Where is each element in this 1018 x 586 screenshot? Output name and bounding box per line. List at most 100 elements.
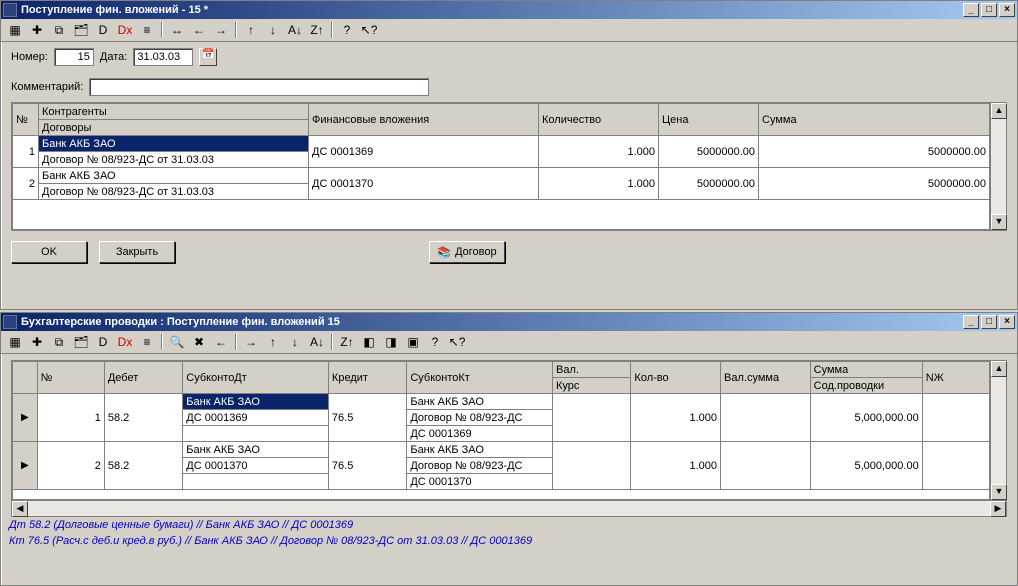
table-header-row: № Дебет СубконтоДт Кредит СубконтоКт Вал… bbox=[13, 362, 990, 378]
minimize-btn[interactable]: _ bbox=[963, 3, 979, 17]
find-icon[interactable]: 🔍 bbox=[169, 334, 185, 350]
help-icon[interactable]: ? bbox=[427, 334, 443, 350]
vscroll[interactable]: ▲ ▼ bbox=[990, 103, 1006, 230]
scroll-left-icon[interactable]: ◀ bbox=[12, 501, 28, 517]
titlebar-entries: Бухгалтерские проводки : Поступление фин… bbox=[1, 313, 1017, 331]
misc1-icon[interactable]: ◧ bbox=[361, 334, 377, 350]
col-valsum: Вал.сумма bbox=[721, 362, 811, 394]
col-subkt: СубконтоКт bbox=[407, 362, 553, 394]
new-icon[interactable]: ✚ bbox=[29, 22, 45, 38]
comment-label: Комментарий: bbox=[11, 81, 83, 93]
doc-d-icon[interactable]: D bbox=[95, 22, 111, 38]
table-entries[interactable]: № Дебет СубконтоДт Кредит СубконтоКт Вал… bbox=[12, 361, 990, 500]
copy-icon[interactable]: ⧉ bbox=[51, 334, 67, 350]
scroll-up-icon[interactable]: ▲ bbox=[991, 361, 1007, 377]
minimize-btn[interactable]: _ bbox=[963, 315, 979, 329]
scroll-down-icon[interactable]: ▼ bbox=[991, 214, 1007, 230]
number-input[interactable] bbox=[54, 48, 94, 66]
text-icon[interactable]: ≡ bbox=[139, 334, 155, 350]
misc3-icon[interactable]: ▣ bbox=[405, 334, 421, 350]
close-btn[interactable]: × bbox=[999, 315, 1015, 329]
table-row[interactable]: 2Банк АКБ ЗАОДС 00013701.0005000000.0050… bbox=[13, 168, 990, 184]
scroll-right-icon[interactable]: ▶ bbox=[990, 501, 1006, 517]
grid-icon[interactable]: ▦ bbox=[7, 22, 23, 38]
col-sum: Сумма bbox=[759, 104, 990, 136]
contract-button[interactable]: 📚 Договор bbox=[429, 241, 505, 263]
sort-asc-icon[interactable]: A↓ bbox=[309, 334, 325, 350]
calendar-btn[interactable]: 📅 bbox=[199, 48, 217, 66]
table-row[interactable]: 1Банк АКБ ЗАОДС 00013691.0005000000.0050… bbox=[13, 136, 990, 152]
date-label: Дата: bbox=[100, 51, 127, 63]
close-btn[interactable]: × bbox=[999, 3, 1015, 17]
table-receipt[interactable]: № Контрагенты Финансовые вложения Количе… bbox=[12, 103, 990, 230]
up-icon[interactable]: ↑ bbox=[265, 334, 281, 350]
left-icon[interactable]: ← bbox=[191, 22, 207, 38]
dx-red-icon[interactable]: Dx bbox=[117, 22, 133, 38]
grid-receipt: № Контрагенты Финансовые вложения Количе… bbox=[11, 102, 1007, 231]
book-icon: 📚 bbox=[437, 246, 451, 259]
down-icon[interactable]: ↓ bbox=[287, 334, 303, 350]
empty-space bbox=[13, 200, 990, 230]
left-icon[interactable]: ← bbox=[213, 334, 229, 350]
col-desc: Сод.проводки bbox=[810, 378, 922, 394]
toolbar-receipt: ▦ ✚ ⧉ 🗂 D Dx ≡ ↔ ← → ↑ ↓ A↓ Z↑? ↖? bbox=[1, 19, 1017, 42]
maximize-btn[interactable]: □ bbox=[981, 315, 997, 329]
col-price: Цена bbox=[659, 104, 759, 136]
table-row[interactable]: ▶258.2Банк АКБ ЗАО76.5Банк АКБ ЗАО1.0005… bbox=[13, 442, 990, 458]
down-icon[interactable]: ↓ bbox=[265, 22, 281, 38]
grid-entries: № Дебет СубконтоДт Кредит СубконтоКт Вал… bbox=[11, 360, 1007, 517]
grid-icon bbox=[3, 315, 17, 329]
right-icon[interactable]: → bbox=[213, 22, 229, 38]
col-debit: Дебет bbox=[104, 362, 182, 394]
col-party: Контрагенты bbox=[39, 104, 309, 120]
doc-icon bbox=[3, 3, 17, 17]
doc-d-icon[interactable]: D bbox=[95, 334, 111, 350]
arrow-help-icon[interactable]: ↖? bbox=[361, 22, 377, 38]
comment-input[interactable] bbox=[89, 78, 429, 96]
col-subdt: СубконтоДт bbox=[183, 362, 329, 394]
grid-icon[interactable]: ▦ bbox=[7, 334, 23, 350]
right-icon[interactable]: → bbox=[243, 334, 259, 350]
table-header-row: № Контрагенты Финансовые вложения Количе… bbox=[13, 104, 990, 120]
dx-red-icon[interactable]: Dx bbox=[117, 334, 133, 350]
arrow-help-icon[interactable]: ↖? bbox=[449, 334, 465, 350]
col-contract: Договоры bbox=[39, 120, 309, 136]
misc2-icon[interactable]: ◨ bbox=[383, 334, 399, 350]
range-icon[interactable]: ↔ bbox=[169, 22, 185, 38]
scroll-down-icon[interactable]: ▼ bbox=[991, 484, 1007, 500]
col-qty: Количество bbox=[539, 104, 659, 136]
ok-button[interactable]: OK bbox=[11, 241, 87, 263]
date-input[interactable] bbox=[133, 48, 193, 66]
copy-icon[interactable]: ⧉ bbox=[51, 22, 67, 38]
col-kurs: Курс bbox=[552, 378, 630, 394]
vscroll[interactable]: ▲ ▼ bbox=[990, 361, 1006, 500]
col-nj: NЖ bbox=[922, 362, 989, 394]
toolbar-entries: ▦ ✚ ⧉ 🗂 D Dx ≡ 🔍 ✖ ← → ↑ ↓ A↓ Z↑ ◧ ◨ ▣? ↖? bbox=[1, 331, 1017, 354]
window-receipt: Поступление фин. вложений - 15 * _ □ × ▦… bbox=[0, 0, 1018, 310]
hscroll[interactable]: ◀ ▶ bbox=[12, 500, 1006, 516]
text-icon[interactable]: ≡ bbox=[139, 22, 155, 38]
close-button[interactable]: Закрыть bbox=[99, 241, 175, 263]
window-entries: Бухгалтерские проводки : Поступление фин… bbox=[0, 312, 1018, 586]
help-icon[interactable]: ? bbox=[339, 22, 355, 38]
cross-icon[interactable]: ✖ bbox=[191, 334, 207, 350]
col-sum: Сумма bbox=[810, 362, 922, 378]
sort-desc-icon[interactable]: Z↑ bbox=[339, 334, 355, 350]
cards-icon[interactable]: 🗂 bbox=[73, 334, 89, 350]
cards-icon[interactable]: 🗂 bbox=[73, 22, 89, 38]
col-qty: Кол-во bbox=[631, 362, 721, 394]
titlebar-text: Поступление фин. вложений - 15 * bbox=[21, 4, 963, 16]
titlebar-receipt: Поступление фин. вложений - 15 * _ □ × bbox=[1, 1, 1017, 19]
maximize-btn[interactable]: □ bbox=[981, 3, 997, 17]
sort-asc-icon[interactable]: A↓ bbox=[287, 22, 303, 38]
up-icon[interactable]: ↑ bbox=[243, 22, 259, 38]
scroll-up-icon[interactable]: ▲ bbox=[991, 103, 1007, 119]
empty-space bbox=[13, 490, 990, 500]
number-label: Номер: bbox=[11, 51, 48, 63]
status-dt: Дт 58.2 (Долговые ценные бумаги) // Банк… bbox=[1, 517, 1017, 533]
sort-desc-icon[interactable]: Z↑ bbox=[309, 22, 325, 38]
titlebar-text: Бухгалтерские проводки : Поступление фин… bbox=[21, 316, 963, 328]
table-row[interactable]: ▶158.2Банк АКБ ЗАО76.5Банк АКБ ЗАО1.0005… bbox=[13, 394, 990, 410]
new-icon[interactable]: ✚ bbox=[29, 334, 45, 350]
col-fin: Финансовые вложения bbox=[309, 104, 539, 136]
